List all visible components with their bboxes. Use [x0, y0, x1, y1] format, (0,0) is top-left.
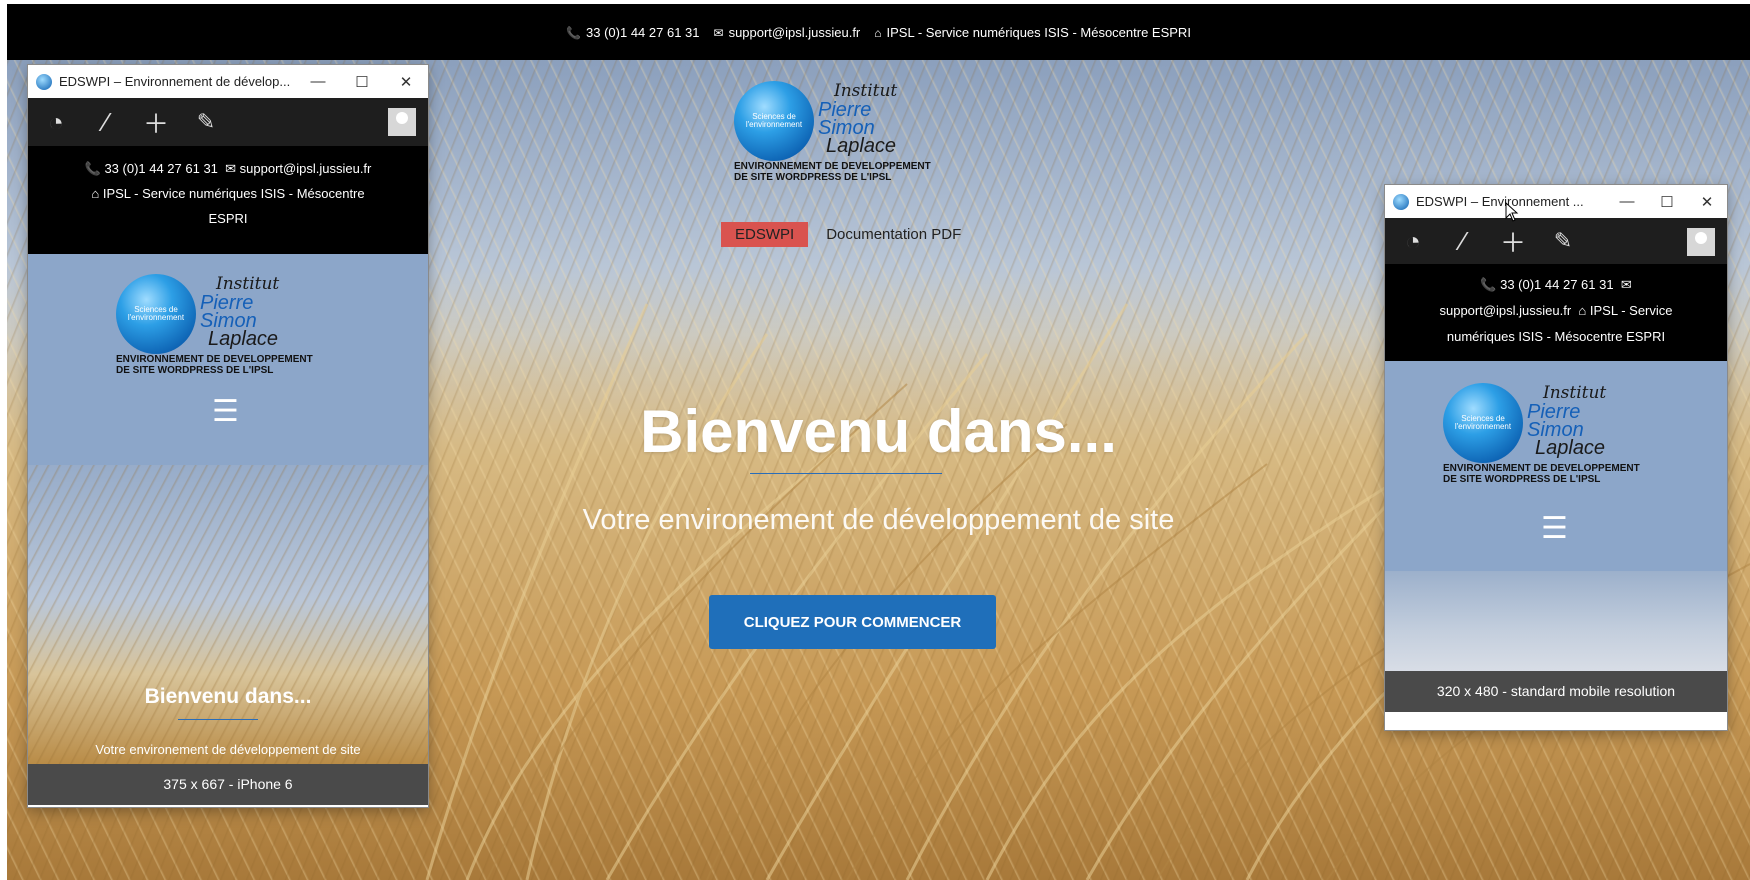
- mobile-logo[interactable]: Sciences de l'environnement Institut Pie…: [1443, 383, 1673, 493]
- nav-item-edswpi[interactable]: EDSWPI: [721, 222, 809, 247]
- admin-toolbar: ◔ ⁄ ＋ ✎: [1385, 218, 1727, 264]
- phone-text: 33 (0)1 44 27 61 31: [586, 24, 700, 40]
- logo-globe: Sciences de l'environnement: [734, 81, 814, 161]
- mobile-contact-bar: 📞 33 (0)1 44 27 61 31 ✉ support@ipsl.jus…: [1385, 264, 1727, 361]
- emulator-window-320x480[interactable]: EDSWPI – Environnement ... — ☐ ✕ ◔ ⁄ ＋ ✎…: [1385, 185, 1727, 730]
- nav-item-documentation[interactable]: Documentation PDF: [822, 222, 965, 247]
- mobile-hero-subtitle: Votre environement de développement de s…: [95, 742, 361, 757]
- org-text: IPSL - Service numériques ISIS - Mésocen…: [886, 24, 1191, 40]
- top-contact-bar: 📞 33 (0)1 44 27 61 31 ✉ support@ipsl.jussi…: [7, 4, 1750, 60]
- brush-icon[interactable]: ⁄: [1449, 226, 1477, 257]
- logo-globe: Sciences de l'environnement: [1443, 383, 1523, 463]
- hamburger-menu-icon[interactable]: ☰: [1541, 511, 1568, 546]
- logo-line-institut: Institut: [834, 81, 898, 101]
- resolution-label: 375 x 667 - iPhone 6: [28, 764, 428, 805]
- logo-tagline: ENVIRONNEMENT DE DEVELOPPEMENT DE SITE W…: [734, 161, 931, 183]
- pencil-icon[interactable]: ✎: [192, 109, 220, 135]
- home-icon: ⌂: [1578, 303, 1590, 318]
- contact-phone[interactable]: 📞 33 (0)1 44 27 61 31: [566, 25, 699, 40]
- mobile-hero-divider: [178, 719, 258, 720]
- envelope-icon: ✉: [1620, 277, 1632, 292]
- phone-icon: 📞: [1480, 277, 1501, 292]
- logo-globe: Sciences de l'environnement: [116, 274, 196, 354]
- close-button[interactable]: ✕: [384, 73, 428, 91]
- emulator-window-iphone6[interactable]: EDSWPI – Environnement de dévelop... — ☐…: [28, 65, 428, 807]
- hamburger-menu-icon[interactable]: ☰: [212, 394, 239, 429]
- email-text: support@ipsl.jussieu.fr: [728, 24, 861, 40]
- admin-toolbar: ◔ ⁄ ＋ ✎: [28, 98, 428, 146]
- mouse-cursor-icon: [1505, 202, 1519, 222]
- site-logo[interactable]: Sciences de l'environnement Institut Pie…: [734, 81, 964, 191]
- minimize-button[interactable]: —: [296, 73, 340, 90]
- mobile-hero-title: Bienvenu dans...: [144, 685, 312, 708]
- envelope-icon: ✉: [225, 161, 240, 176]
- resolution-label: 320 x 480 - standard mobile resolution: [1385, 671, 1727, 712]
- app-globe-icon: [1393, 193, 1409, 210]
- main-nav: EDSWPI Documentation PDF: [721, 222, 965, 247]
- mobile-contact-bar: 📞 33 (0)1 44 27 61 31 ✉ support@ipsl.jus…: [28, 146, 428, 254]
- contact-email[interactable]: ✉ support@ipsl.jussieu.fr: [714, 25, 861, 40]
- minimize-button[interactable]: —: [1607, 193, 1647, 210]
- close-button[interactable]: ✕: [1687, 193, 1727, 211]
- mobile-header: Sciences de l'environnement Institut Pie…: [28, 254, 428, 465]
- plus-icon[interactable]: ＋: [1499, 223, 1527, 260]
- window-title: EDSWPI – Environnement de dévelop...: [59, 74, 291, 89]
- hero-divider: [750, 473, 942, 474]
- phone-icon: 📞: [84, 161, 105, 176]
- mobile-hero-preview: Bienvenu dans... Votre environement de d…: [28, 465, 428, 764]
- home-icon: ⌂: [91, 186, 103, 201]
- maximize-button[interactable]: ☐: [340, 73, 384, 91]
- window-titlebar[interactable]: EDSWPI – Environnement ... — ☐ ✕: [1385, 185, 1727, 218]
- start-button[interactable]: CLIQUEZ POUR COMMENCER: [709, 595, 996, 649]
- brush-icon[interactable]: ⁄: [92, 107, 120, 138]
- mobile-logo[interactable]: Sciences de l'environnement Institut Pie…: [116, 274, 346, 384]
- home-icon: ⌂: [874, 25, 882, 40]
- mobile-header: Sciences de l'environnement Institut Pie…: [1385, 361, 1727, 571]
- contact-org[interactable]: ⌂ IPSL - Service numériques ISIS - Mésoce…: [874, 25, 1191, 40]
- app-globe-icon: [36, 73, 52, 90]
- avatar[interactable]: [388, 108, 416, 136]
- avatar[interactable]: [1687, 228, 1715, 256]
- pencil-icon[interactable]: ✎: [1549, 228, 1577, 254]
- plus-icon[interactable]: ＋: [142, 104, 170, 141]
- dashboard-icon[interactable]: ◔: [42, 107, 70, 138]
- maximize-button[interactable]: ☐: [1647, 193, 1687, 211]
- logo-line-laplace: Laplace: [826, 135, 897, 157]
- mobile-hero-preview: [1385, 571, 1727, 671]
- window-titlebar[interactable]: EDSWPI – Environnement de dévelop... — ☐…: [28, 65, 428, 98]
- envelope-icon: ✉: [713, 25, 724, 40]
- phone-icon: 📞: [566, 25, 582, 40]
- dashboard-icon[interactable]: ◔: [1399, 226, 1427, 257]
